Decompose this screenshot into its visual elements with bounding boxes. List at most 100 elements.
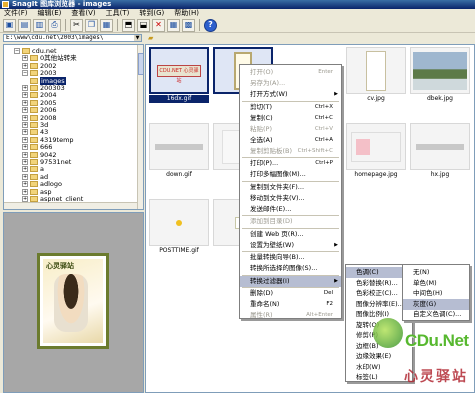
submenu-item[interactable]: 中间色(H) (403, 288, 469, 299)
submenu-item[interactable]: 自定义色调(C)... (403, 309, 469, 320)
context-menu-item[interactable]: 发送邮件(E)... (240, 204, 341, 215)
context-menu-item[interactable]: 重命名(N) F2 (240, 299, 341, 310)
tree-vertical-scrollbar[interactable] (137, 45, 143, 209)
thumbnail-item[interactable]: homepage.jpg (346, 123, 406, 181)
menu-help[interactable]: 帮助(H) (174, 9, 199, 18)
tree-expander-icon[interactable]: + (22, 188, 28, 195)
tree-expander-icon[interactable]: + (22, 114, 28, 121)
watermark-logo (373, 318, 403, 348)
menu-item-label: 边框(B) (356, 341, 379, 350)
menu-file[interactable]: 文件(F) (4, 9, 28, 18)
thumbnail-item[interactable]: POSTTIME.gif (149, 199, 209, 257)
thumbnail-caption: cv.jpg (367, 95, 385, 102)
context-menu-item[interactable]: 删除(D) Del (240, 288, 341, 299)
tree-expander-icon[interactable]: + (22, 144, 28, 151)
submenu-item[interactable]: 无(N) (403, 267, 469, 278)
thumbnail-item[interactable]: CDU.NET 心灵驿站 16dx.gif (149, 47, 209, 105)
image-preview: 心灵驿站 (3, 212, 144, 393)
menu-item-label: 重命名(N) (250, 300, 280, 308)
context-menu-item[interactable]: 设置为壁纸(W) ▶ (240, 240, 341, 251)
menu-view[interactable]: 查看(V) (71, 9, 95, 18)
tree-expander-icon[interactable]: + (22, 107, 28, 114)
address-dropdown-icon[interactable]: ▼ (134, 35, 141, 41)
context-menu-item[interactable]: 复制到文件夹(F)... (240, 182, 341, 193)
scrollbar-thumb[interactable] (138, 53, 143, 75)
thumbnail-item[interactable]: hx.jpg (410, 123, 470, 181)
tree-expander-icon[interactable]: + (22, 151, 28, 158)
tree-expander-icon[interactable]: + (22, 62, 28, 69)
menu-edit[interactable]: 编辑(E) (38, 9, 62, 18)
menu-item-shortcut: Ctrl+V (314, 125, 333, 132)
tree-expander-icon[interactable]: + (22, 99, 28, 106)
print-icon[interactable]: ⎙ (48, 18, 61, 32)
context-menu-item[interactable]: 剪切(T) Ctrl+X (240, 102, 341, 113)
move-icon[interactable]: ⬒ (122, 18, 135, 32)
folder-icon (30, 144, 38, 151)
context-menu-item[interactable]: 转换过滤器(I) ▶ (240, 275, 341, 287)
tree-expander-icon[interactable]: + (22, 166, 28, 173)
menu-go[interactable]: 转到(G) (139, 9, 164, 18)
menu-item-label: 图像比例(I) (356, 310, 389, 318)
title-bar: SnagIt 图库浏览器 - images (0, 0, 475, 9)
folder-icon[interactable]: ▥ (33, 18, 46, 32)
tree-expander-icon[interactable]: + (22, 122, 28, 128)
folder-icon (30, 99, 38, 106)
capture-icon[interactable]: ▣ (3, 18, 16, 32)
image-icon[interactable]: ▤ (18, 18, 31, 32)
tree-expander-icon[interactable]: + (22, 173, 28, 180)
address-input[interactable]: E:\www\cdu.net\2003\images\ (3, 34, 142, 42)
tree-expander-icon[interactable]: + (22, 85, 28, 91)
preview-image: 心灵驿站 (37, 253, 109, 349)
context-menu-item[interactable]: 打开方式(W) ▶ (240, 89, 341, 100)
paste-icon[interactable]: ▦ (100, 18, 113, 32)
menu-item-shortcut: Ctrl+P (315, 160, 333, 166)
tree-expander-icon[interactable]: + (22, 136, 28, 143)
folder-up-icon[interactable]: ▰ (148, 34, 157, 42)
context-menu-item[interactable]: 批量转换向导(B)... (240, 252, 341, 263)
thumbnail-item[interactable]: dbek.jpg (410, 47, 470, 105)
tree-expander-icon[interactable]: + (22, 55, 28, 62)
submenu-item[interactable]: 水印(W) (346, 362, 412, 373)
tree-expander-icon[interactable]: − (14, 48, 20, 54)
submenu-item[interactable]: 单色(M) (403, 278, 469, 289)
folder-icon (30, 166, 38, 173)
menu-item-label: 移动到文件夹(V)... (250, 193, 305, 202)
context-menu-item[interactable]: 创建 Web 页(R)... (240, 229, 341, 240)
thumbnails-view-icon[interactable]: ▦ (167, 18, 180, 32)
tree-expander-icon[interactable]: + (22, 92, 28, 99)
thumbnail-item[interactable]: cv.jpg (346, 47, 406, 105)
tree-horizontal-scrollbar[interactable] (4, 202, 137, 209)
menu-item-shortcut: Ctrl+X (314, 103, 333, 110)
submenu-item[interactable]: 边缘效果(E) (346, 351, 412, 362)
thumbnail-caption: 16dx.gif (149, 95, 209, 103)
context-menu-item[interactable]: 打印(P)... Ctrl+P (240, 158, 341, 169)
thumbnail-caption: POSTTIME.gif (159, 247, 199, 254)
tree-expander-icon[interactable]: − (22, 70, 28, 77)
delete-icon[interactable]: ✕ (152, 18, 165, 32)
menu-item-label: 色调(C) (356, 268, 379, 276)
submenu-item[interactable]: 灰度(G) (403, 298, 469, 310)
tree-expander-icon[interactable]: + (22, 181, 28, 188)
context-menu-item[interactable]: 复制(C) Ctrl+C (240, 113, 341, 124)
cut-icon[interactable]: ✂ (70, 18, 83, 32)
folder-icon (30, 173, 38, 180)
copy-icon[interactable]: ❐ (85, 18, 98, 32)
context-menu-item[interactable]: 转换所选择的图像(S)... (240, 263, 341, 274)
folder-tree[interactable]: − cdu.net +0其他站转来 +2002−2003 images +200303 +2… (3, 44, 144, 210)
context-menu-item[interactable]: 打印多幅图像(M)... (240, 169, 341, 180)
tree-expander-icon[interactable]: + (22, 159, 28, 165)
context-menu-item[interactable]: 移动到文件夹(V)... (240, 193, 341, 204)
copy-to-icon[interactable]: ⬓ (137, 18, 150, 32)
folder-icon (30, 70, 38, 77)
tree-expander-icon[interactable]: + (22, 129, 28, 136)
menu-item-shortcut: Ctrl+Shift+C (297, 147, 333, 154)
thumbnail-caption: dbek.jpg (427, 95, 453, 102)
context-menu-item[interactable]: 全选(A) Ctrl+A (240, 135, 341, 146)
tree-item-label: 97531net (40, 158, 72, 166)
submenu-item[interactable]: 标签(L) (346, 372, 412, 383)
help-icon[interactable]: ? (204, 18, 217, 32)
menu-tools[interactable]: 工具(T) (106, 9, 130, 18)
grid-view-icon[interactable]: ▩ (182, 18, 195, 32)
thumbnail-item[interactable]: down.gif (149, 123, 209, 181)
menu-item-label: 复制(C) (250, 113, 273, 122)
